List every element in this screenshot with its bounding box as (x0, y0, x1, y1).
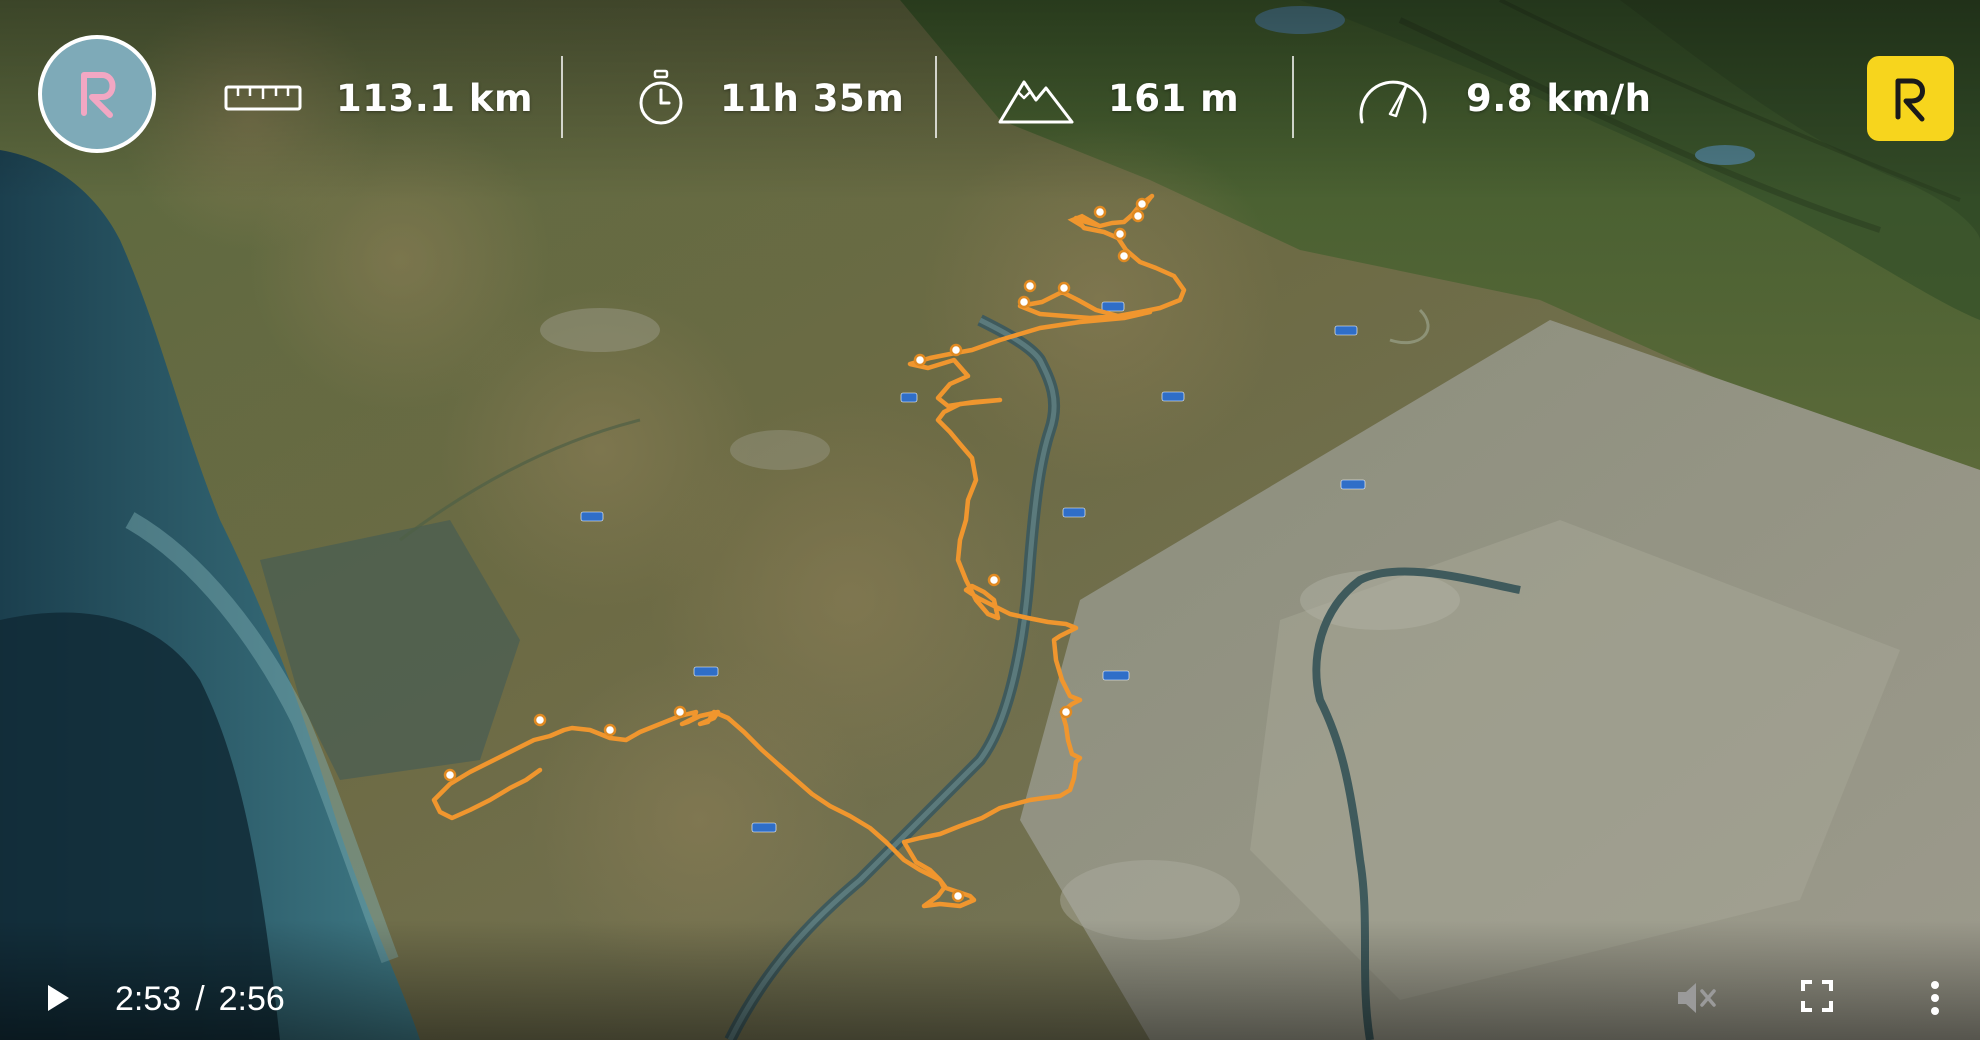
speedometer-icon (1354, 70, 1432, 126)
relive-logo-icon[interactable] (38, 35, 156, 153)
duration-stat: 11h 35m (636, 62, 904, 134)
more-options-button[interactable] (1920, 978, 1950, 1022)
total-time: 2:56 (218, 979, 285, 1018)
relive-brand-icon[interactable] (1867, 56, 1954, 141)
current-time: 2:53 (115, 979, 182, 1018)
volume-muted-icon (1674, 978, 1718, 1022)
video-player[interactable]: 113.1 km 11h 35m 161 m 9.8 km/h 2:53 / 2… (0, 0, 1980, 1040)
fullscreen-icon (1800, 979, 1834, 1017)
play-button[interactable] (36, 978, 80, 1022)
distance-value: 113.1 km (336, 76, 534, 120)
mountain-icon (998, 72, 1074, 124)
ruler-icon (224, 83, 302, 113)
time-separator: / (195, 979, 205, 1018)
stopwatch-icon (636, 69, 686, 127)
more-vertical-icon (1930, 980, 1940, 1020)
speed-stat: 9.8 km/h (1354, 62, 1651, 134)
speed-value: 9.8 km/h (1466, 76, 1652, 120)
stat-divider (935, 56, 937, 138)
play-icon (45, 983, 71, 1017)
satellite-map (0, 0, 1980, 1040)
playback-time: 2:53 / 2:56 (115, 975, 285, 1023)
elevation-stat: 161 m (998, 62, 1239, 134)
elevation-value: 161 m (1108, 76, 1240, 120)
distance-stat: 113.1 km (224, 62, 533, 134)
fullscreen-button[interactable] (1797, 978, 1837, 1018)
stat-divider (1292, 56, 1294, 138)
mute-button[interactable] (1670, 975, 1722, 1025)
duration-value: 11h 35m (720, 76, 905, 120)
stat-divider (561, 56, 563, 138)
